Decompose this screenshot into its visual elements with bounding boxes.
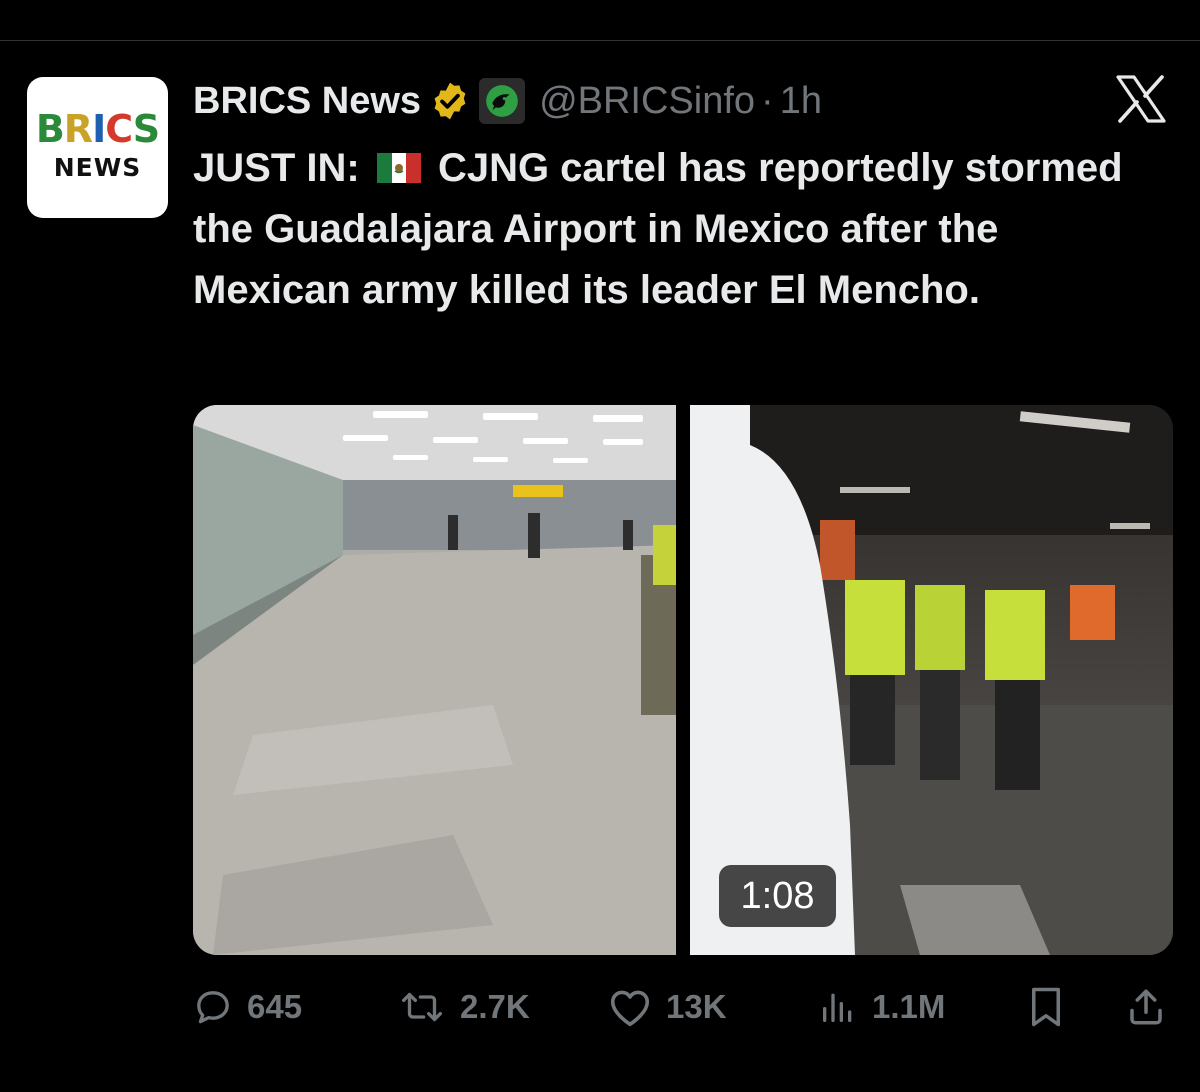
bookmark-button[interactable] bbox=[1027, 985, 1065, 1029]
video-frame-left bbox=[193, 405, 676, 955]
like-count: 13K bbox=[666, 988, 727, 1025]
separator-dot: · bbox=[761, 79, 774, 122]
views-count: 1.1M bbox=[872, 988, 946, 1025]
reply-button[interactable]: 645 bbox=[193, 985, 302, 1029]
gold-verified-badge-icon[interactable] bbox=[429, 80, 471, 122]
share-button[interactable] bbox=[1125, 985, 1167, 1029]
repost-count: 2.7K bbox=[460, 988, 530, 1025]
tweet-text: JUST IN: CJNG cartel has reportedly stor… bbox=[193, 138, 1153, 321]
video-duration-badge: 1:08 bbox=[719, 865, 836, 927]
views-button[interactable]: 1.1M bbox=[818, 985, 945, 1029]
bookmark-icon bbox=[1032, 987, 1060, 1027]
avatar-logo-subtitle: NEWS bbox=[53, 152, 142, 182]
avatar[interactable]: BRICS NEWS bbox=[27, 77, 168, 218]
display-name[interactable]: BRICS News bbox=[193, 80, 421, 123]
x-logo-icon bbox=[1115, 75, 1167, 123]
repost-button[interactable]: 2.7K bbox=[398, 985, 530, 1029]
views-chart-icon bbox=[823, 993, 852, 1022]
action-bar: 645 2.7K 13K 1.1M bbox=[0, 985, 1200, 1029]
affiliate-badge-icon[interactable] bbox=[479, 78, 526, 124]
reply-icon bbox=[197, 991, 229, 1024]
heart-icon bbox=[610, 990, 650, 1027]
mexico-flag-icon bbox=[376, 140, 421, 183]
author-handle[interactable]: @BRICSinfo bbox=[539, 80, 755, 123]
video-media[interactable]: 1:08 bbox=[193, 405, 1173, 955]
top-divider bbox=[0, 40, 1200, 41]
avatar-logo-text: BRICS bbox=[35, 106, 160, 151]
repost-icon bbox=[402, 992, 443, 1022]
timestamp[interactable]: 1h bbox=[780, 80, 822, 123]
tweet-text-prefix: JUST IN: bbox=[193, 146, 360, 190]
tweet-header: BRICS News @BRICSinfo · 1h bbox=[193, 78, 822, 124]
like-button[interactable]: 13K bbox=[608, 985, 727, 1029]
share-icon bbox=[1130, 989, 1162, 1025]
reply-count: 645 bbox=[247, 988, 303, 1025]
